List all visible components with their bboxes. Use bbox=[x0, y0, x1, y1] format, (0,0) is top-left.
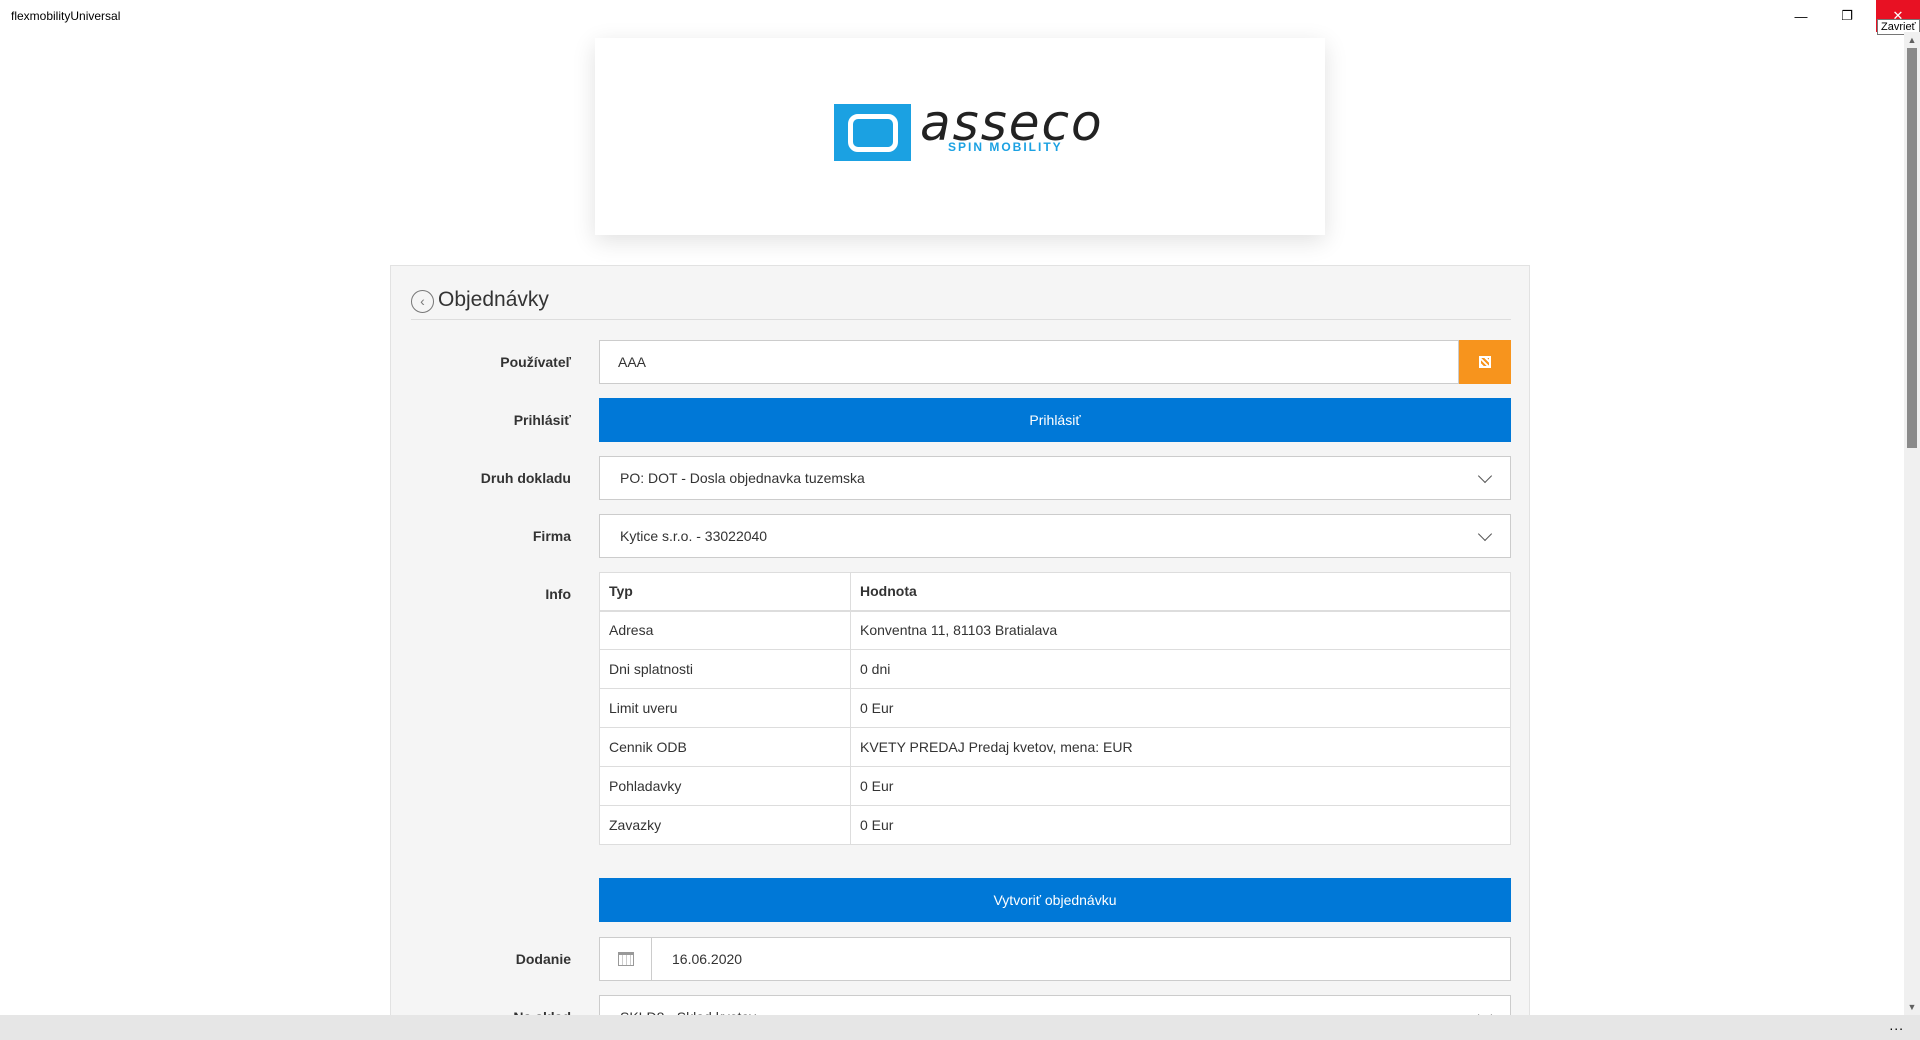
table-row: Dni splatnosti 0 dni bbox=[599, 649, 1511, 689]
cell-value: KVETY PREDAJ Predaj kvetov, mena: EUR bbox=[850, 727, 1511, 767]
login-label: Prihlásiť bbox=[513, 412, 571, 428]
app-title: flexmobilityUniversal bbox=[11, 9, 121, 23]
column-header-value: Hodnota bbox=[850, 572, 1511, 612]
date-picker-button[interactable] bbox=[600, 938, 652, 980]
company-label: Firma bbox=[532, 528, 571, 544]
cell-value: 0 Eur bbox=[850, 766, 1511, 806]
doc-type-value: PO: DOT - Dosla objednavka tuzemska bbox=[620, 470, 865, 486]
cell-type: Zavazky bbox=[599, 805, 851, 845]
column-header-type: Typ bbox=[599, 572, 851, 612]
chevron-down-icon bbox=[1477, 526, 1493, 542]
vertical-scrollbar[interactable]: ▲ ▼ bbox=[1904, 32, 1920, 1015]
table-header-row: Typ Hodnota bbox=[599, 572, 1511, 612]
table-row: Cennik ODB KVETY PREDAJ Predaj kvetov, me… bbox=[599, 727, 1511, 767]
delivery-label: Dodanie bbox=[515, 951, 571, 967]
chevron-down-icon bbox=[1477, 468, 1493, 484]
restore-icon: ❐ bbox=[1841, 8, 1853, 23]
scan-button[interactable] bbox=[1459, 340, 1511, 384]
table-row: Pohladavky 0 Eur bbox=[599, 766, 1511, 806]
create-order-button[interactable]: Vytvoriť objednávku bbox=[599, 878, 1511, 922]
cell-value: 0 Eur bbox=[850, 805, 1511, 845]
title-bar: flexmobilityUniversal — ❐ ✕ Zavrieť bbox=[0, 0, 1920, 35]
scroll-thumb[interactable] bbox=[1907, 48, 1917, 448]
cell-value: Konventna 11, 81103 Bratialava bbox=[850, 610, 1511, 650]
user-input[interactable]: AAA bbox=[599, 340, 1459, 384]
more-options-icon[interactable]: ... bbox=[1889, 1017, 1904, 1033]
minimize-icon: — bbox=[1794, 8, 1808, 24]
doc-type-select[interactable]: PO: DOT - Dosla objednavka tuzemska bbox=[599, 456, 1511, 500]
cell-value: 0 Eur bbox=[850, 688, 1511, 728]
scroll-down-icon[interactable]: ▼ bbox=[1904, 999, 1920, 1015]
orders-panel: ‹ Objednávky Používateľ AAA Prihlásiť Pr… bbox=[390, 265, 1530, 1039]
back-icon[interactable]: ‹ bbox=[411, 290, 434, 313]
cell-type: Limit uveru bbox=[599, 688, 851, 728]
cell-value: 0 dni bbox=[850, 649, 1511, 689]
maximize-button[interactable]: ❐ bbox=[1824, 0, 1870, 32]
delivery-date-input[interactable]: 16.06.2020 bbox=[599, 937, 1511, 981]
user-input-value: AAA bbox=[618, 354, 647, 370]
asseco-logo-icon bbox=[834, 104, 911, 161]
table-row: Adresa Konventna 11, 81103 Bratialava bbox=[599, 610, 1511, 650]
cell-type: Dni splatnosti bbox=[599, 649, 851, 689]
login-button[interactable]: Prihlásiť bbox=[599, 398, 1511, 442]
cell-type: Pohladavky bbox=[599, 766, 851, 806]
status-bar: ... bbox=[0, 1015, 1920, 1040]
cell-type: Cennik ODB bbox=[599, 727, 851, 767]
logo-subtitle: SPIN MOBILITY bbox=[948, 140, 1063, 154]
qr-code-icon bbox=[1479, 356, 1491, 368]
info-label: Info bbox=[545, 586, 571, 602]
doc-type-label: Druh dokladu bbox=[480, 470, 571, 486]
minimize-button[interactable]: — bbox=[1778, 0, 1824, 32]
cell-type: Adresa bbox=[599, 610, 851, 650]
calendar-icon bbox=[617, 952, 634, 966]
info-table: Typ Hodnota Adresa Konventna 11, 81103 Br… bbox=[599, 572, 1511, 845]
delivery-date-value: 16.06.2020 bbox=[672, 951, 743, 967]
table-row: Zavazky 0 Eur bbox=[599, 805, 1511, 845]
page-title: Objednávky bbox=[438, 288, 549, 311]
user-label: Používateľ bbox=[500, 354, 571, 370]
company-value: Kytice s.r.o. - 33022040 bbox=[620, 528, 768, 544]
logo-card: asseco SPIN MOBILITY bbox=[595, 38, 1325, 235]
company-select[interactable]: Kytice s.r.o. - 33022040 bbox=[599, 514, 1511, 558]
table-row: Limit uveru 0 Eur bbox=[599, 688, 1511, 728]
panel-header: ‹ Objednávky bbox=[411, 286, 1511, 320]
scroll-up-icon[interactable]: ▲ bbox=[1904, 32, 1920, 48]
